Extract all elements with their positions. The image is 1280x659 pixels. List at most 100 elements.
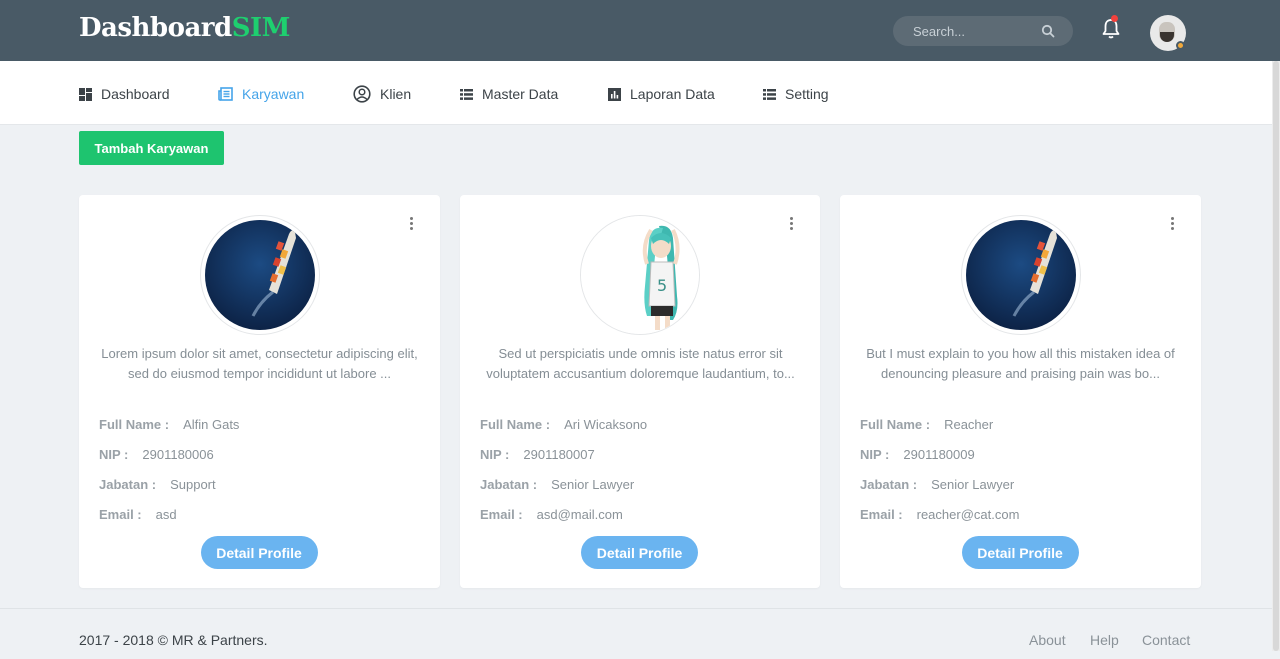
main-nav: Dashboard Karyawan Klien Master Data Lap… bbox=[0, 61, 1280, 125]
search-icon[interactable] bbox=[1041, 24, 1055, 43]
scrollbar-thumb[interactable] bbox=[1273, 61, 1279, 651]
jabatan-row: Jabatan : Senior Lawyer bbox=[480, 477, 634, 492]
employee-card: But I must explain to you how all this m… bbox=[840, 195, 1201, 588]
ship-photo bbox=[965, 220, 1076, 330]
nav-label: Dashboard bbox=[101, 86, 170, 102]
footer: 2017 - 2018 © MR & Partners. About Help … bbox=[0, 608, 1280, 659]
detail-profile-button[interactable]: Detail Profile bbox=[200, 536, 318, 569]
full-name-row: Full Name : Ari Wicaksono bbox=[480, 417, 647, 432]
list-icon bbox=[460, 88, 473, 100]
field-value: Senior Lawyer bbox=[931, 477, 1015, 492]
desc-line: Lorem ipsum dolor sit amet, consectetur … bbox=[101, 346, 418, 361]
field-value: Senior Lawyer bbox=[551, 477, 635, 492]
nav-label: Master Data bbox=[482, 86, 559, 102]
employee-description: But I must explain to you how all this m… bbox=[856, 344, 1185, 384]
field-label: NIP : bbox=[860, 447, 890, 462]
nav-label: Setting bbox=[785, 86, 829, 102]
avatar-beard bbox=[1160, 32, 1174, 42]
status-badge bbox=[1176, 41, 1185, 50]
employee-card: 5 Sed ut perspiciatis unde omnis iste na… bbox=[460, 195, 820, 588]
field-label: NIP : bbox=[99, 447, 129, 462]
employee-card: Lorem ipsum dolor sit amet, consectetur … bbox=[79, 195, 440, 588]
logo-text-dashboard: Dashboard bbox=[79, 13, 232, 43]
desc-line: But I must explain to you how all this m… bbox=[866, 346, 1175, 361]
nav-item-karyawan[interactable]: Karyawan bbox=[218, 85, 304, 103]
nav-label: Karyawan bbox=[242, 86, 305, 102]
footer-link-contact[interactable]: Contact bbox=[1142, 632, 1190, 648]
page-scrollbar[interactable] bbox=[1272, 61, 1280, 651]
nav-item-master-data[interactable]: Master Data bbox=[460, 85, 558, 103]
field-label: Email : bbox=[860, 507, 903, 522]
nip-row: NIP : 2901180006 bbox=[99, 447, 214, 462]
nav-item-laporan-data[interactable]: Laporan Data bbox=[608, 85, 715, 103]
desc-line: Sed ut perspiciatis unde omnis iste natu… bbox=[498, 346, 783, 361]
email-row: Email : reacher@cat.com bbox=[860, 507, 1019, 522]
app-logo[interactable]: DashboardSIM bbox=[79, 13, 290, 43]
anime-character-photo: 5 bbox=[581, 216, 699, 334]
search-placeholder: Search... bbox=[913, 24, 966, 39]
nav-item-klien[interactable]: Klien bbox=[353, 85, 411, 103]
notification-bell-icon[interactable] bbox=[1101, 15, 1121, 45]
nav-item-setting[interactable]: Setting bbox=[763, 85, 829, 103]
ship-photo bbox=[204, 220, 315, 330]
copyright-text: 2017 - 2018 © MR & Partners. bbox=[79, 632, 268, 648]
nip-row: NIP : 2901180009 bbox=[860, 447, 975, 462]
field-label: Jabatan : bbox=[99, 477, 157, 492]
field-value: asd@mail.com bbox=[536, 507, 623, 522]
field-label: Full Name : bbox=[99, 417, 170, 432]
field-value: Support bbox=[170, 477, 216, 492]
more-options-icon[interactable] bbox=[410, 217, 414, 231]
user-avatar[interactable] bbox=[1150, 15, 1186, 51]
detail-profile-button[interactable]: Detail Profile bbox=[581, 536, 698, 569]
employee-description: Lorem ipsum dolor sit amet, consectetur … bbox=[95, 344, 424, 384]
full-name-row: Full Name : Reacher bbox=[860, 417, 993, 432]
profile-photo bbox=[960, 215, 1081, 335]
nav-label: Laporan Data bbox=[630, 86, 715, 102]
profile-photo: 5 bbox=[580, 215, 700, 335]
field-label: Jabatan : bbox=[480, 477, 538, 492]
desc-line: sed do eiusmod tempor incididunt ut labo… bbox=[127, 366, 392, 381]
field-label: Email : bbox=[480, 507, 523, 522]
field-value: 2901180007 bbox=[523, 447, 595, 462]
newspaper-icon bbox=[218, 87, 233, 101]
logo-text-sim: SIM bbox=[231, 13, 291, 43]
search-input[interactable]: Search... bbox=[893, 16, 1073, 46]
employee-description: Sed ut perspiciatis unde omnis iste natu… bbox=[476, 344, 805, 384]
nip-row: NIP : 2901180007 bbox=[480, 447, 595, 462]
email-row: Email : asd bbox=[99, 507, 177, 522]
notification-dot bbox=[1111, 15, 1118, 22]
user-circle-icon bbox=[353, 85, 371, 103]
field-value: Ari Wicaksono bbox=[564, 417, 648, 432]
footer-link-about[interactable]: About bbox=[1029, 632, 1066, 648]
desc-line: voluptatem accusantium doloremque laudan… bbox=[486, 366, 795, 381]
desc-line: denouncing pleasure and praising pain wa… bbox=[881, 366, 1160, 381]
svg-text:5: 5 bbox=[657, 276, 667, 295]
nav-item-dashboard[interactable]: Dashboard bbox=[79, 85, 170, 103]
detail-profile-button[interactable]: Detail Profile bbox=[961, 536, 1079, 569]
field-value: reacher@cat.com bbox=[916, 507, 1020, 522]
field-label: Full Name : bbox=[860, 417, 931, 432]
field-label: Full Name : bbox=[480, 417, 551, 432]
field-label: Jabatan : bbox=[860, 477, 918, 492]
nav-label: Klien bbox=[380, 86, 412, 102]
add-employee-button[interactable]: Tambah Karyawan bbox=[79, 131, 224, 165]
field-value: 2901180006 bbox=[142, 447, 214, 462]
jabatan-row: Jabatan : Senior Lawyer bbox=[860, 477, 1014, 492]
field-label: NIP : bbox=[480, 447, 510, 462]
more-options-icon[interactable] bbox=[1171, 217, 1175, 231]
jabatan-row: Jabatan : Support bbox=[99, 477, 216, 492]
field-value: Reacher bbox=[944, 417, 994, 432]
field-value: asd bbox=[155, 507, 177, 522]
field-label: Email : bbox=[99, 507, 142, 522]
top-bar: DashboardSIM Search... bbox=[0, 0, 1280, 61]
list-icon bbox=[763, 88, 776, 100]
field-value: Alfin Gats bbox=[183, 417, 240, 432]
email-row: Email : asd@mail.com bbox=[480, 507, 623, 522]
footer-link-help[interactable]: Help bbox=[1090, 632, 1119, 648]
profile-photo bbox=[199, 215, 320, 335]
more-options-icon[interactable] bbox=[790, 217, 794, 231]
bar-chart-icon bbox=[608, 87, 621, 101]
full-name-row: Full Name : Alfin Gats bbox=[99, 417, 239, 432]
field-value: 2901180009 bbox=[903, 447, 975, 462]
dashboard-icon bbox=[79, 87, 92, 101]
